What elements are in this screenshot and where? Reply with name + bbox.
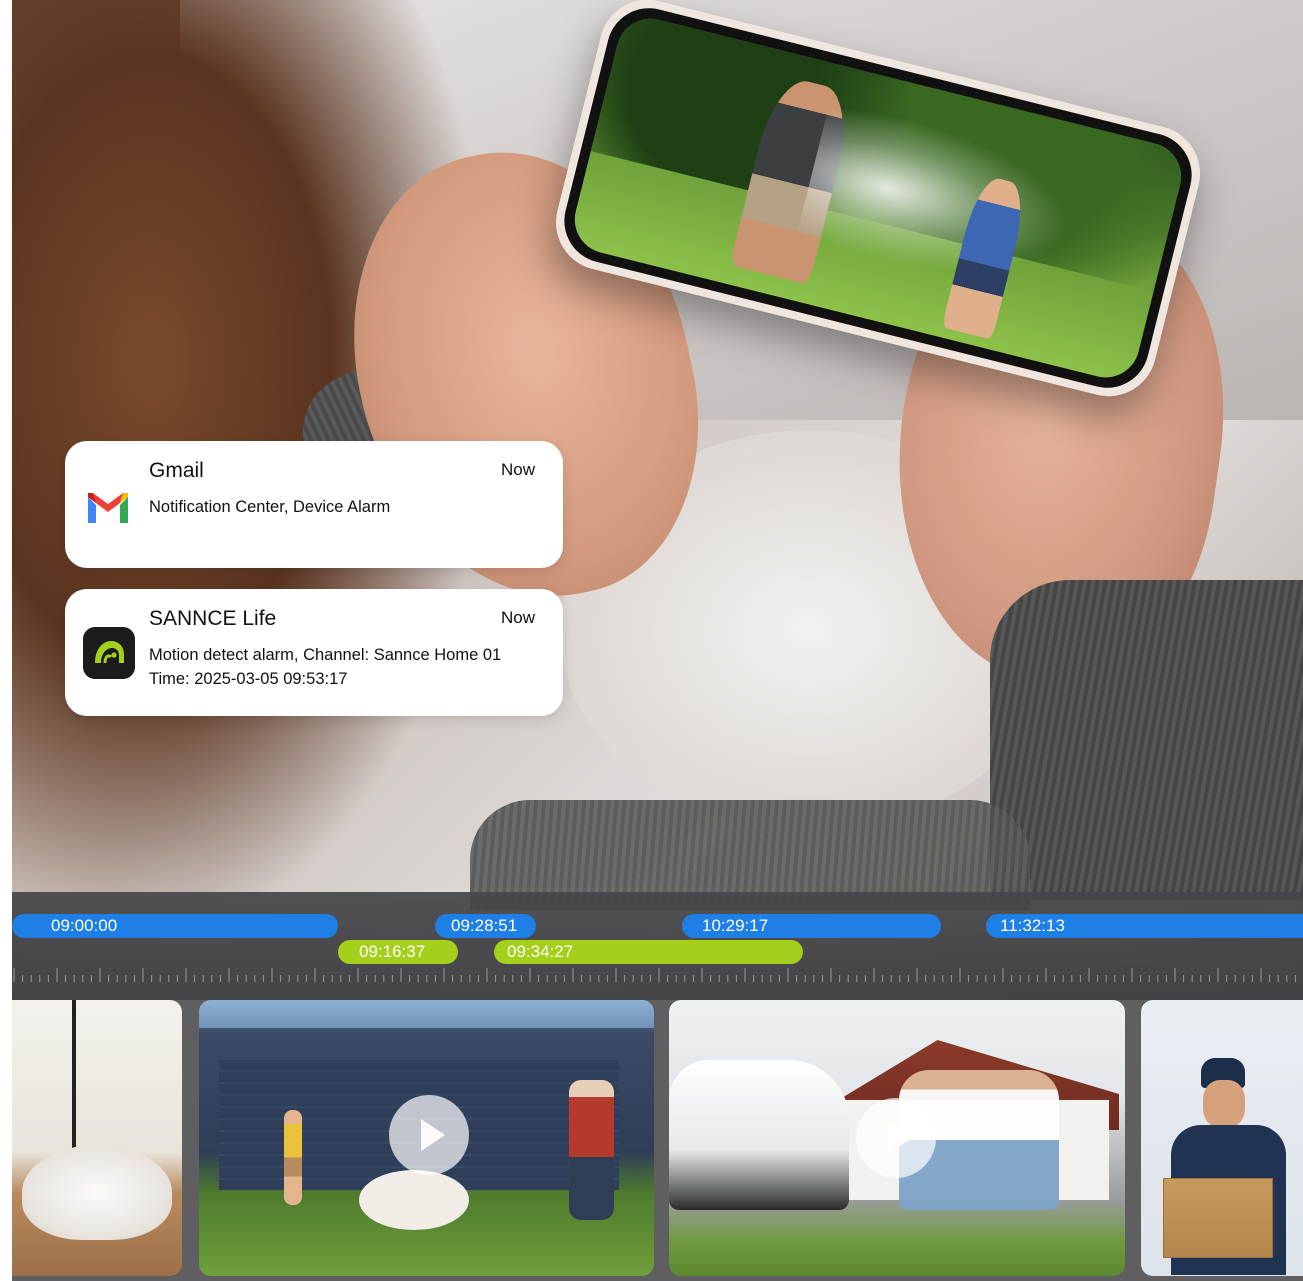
sannce-notification[interactable]: SANNCE Life Now Motion detect alarm, Cha… <box>65 589 563 716</box>
play-icon[interactable] <box>389 1095 469 1175</box>
family-car-clip-thumbnail[interactable] <box>669 1000 1125 1276</box>
notification-time: Now <box>500 608 535 627</box>
promo-scene: Gmail Now Notification Center, Device Al… <box>0 0 1303 1281</box>
play-icon[interactable] <box>856 1098 936 1178</box>
recording-segment[interactable]: 09:28:51 <box>435 914 536 938</box>
notification-time: Now <box>500 460 535 479</box>
motion-segment[interactable]: 09:34:27 <box>494 940 803 964</box>
courier-face <box>1203 1080 1245 1128</box>
recording-segment[interactable]: 10:29:17 <box>682 914 941 938</box>
cat-clip-thumbnail[interactable] <box>12 1000 182 1276</box>
dog-clip-thumbnail[interactable] <box>199 1000 654 1276</box>
left-margin <box>0 0 12 1281</box>
gmail-icon <box>88 493 128 523</box>
recording-segment[interactable]: 11:32:13 <box>986 914 1303 938</box>
notification-message: Notification Center, Device Alarm <box>149 498 391 516</box>
child <box>284 1110 302 1205</box>
notification-message: Motion detect alarm, Channel: Sannce Hom… <box>149 646 502 664</box>
sannce-life-icon <box>83 627 135 679</box>
white-cat <box>22 1145 172 1240</box>
grandfather <box>569 1080 614 1220</box>
package-box <box>1163 1178 1273 1258</box>
motion-segment[interactable]: 09:16:37 <box>338 940 458 964</box>
clip-thumbnails <box>12 1000 1303 1281</box>
notification-app-name: Gmail <box>149 459 204 482</box>
playback-timeline[interactable]: 09:00:00 09:28:51 10:29:17 11:32:13 09:1… <box>12 892 1303 1000</box>
timeline-ruler[interactable] <box>12 966 1303 982</box>
notification-timestamp: Time: 2025-03-05 09:53:17 <box>149 670 348 688</box>
delivery-clip-thumbnail[interactable] <box>1141 1000 1303 1276</box>
sky <box>199 1000 654 1028</box>
right-sleeve <box>990 580 1303 900</box>
notification-app-name: SANNCE Life <box>149 607 277 630</box>
recording-segment[interactable]: 09:00:00 <box>12 914 338 938</box>
gmail-notification[interactable]: Gmail Now Notification Center, Device Al… <box>65 441 563 568</box>
floor-lamp <box>72 1000 76 1160</box>
white-car <box>669 1060 849 1210</box>
dog <box>359 1170 469 1230</box>
